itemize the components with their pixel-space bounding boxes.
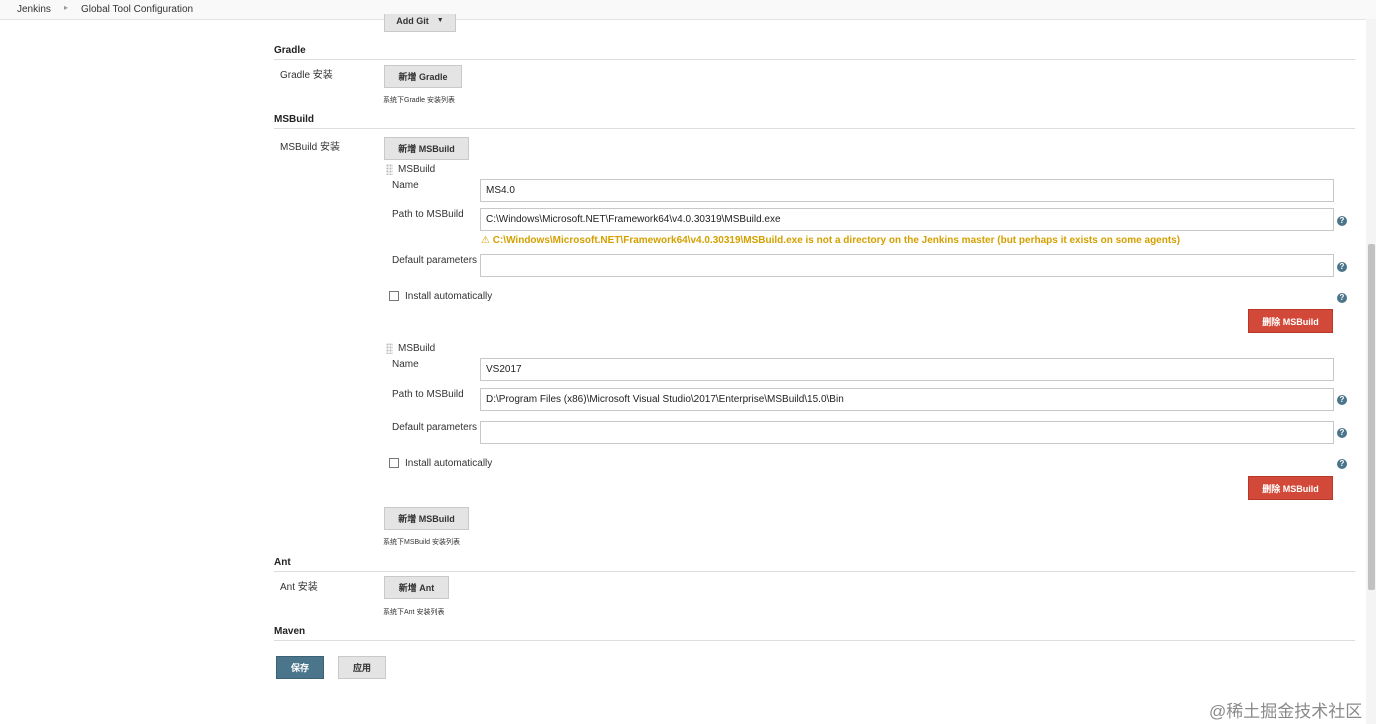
scrollbar-thumb[interactable] bbox=[1368, 244, 1375, 590]
msbuild-name-input[interactable]: MS4.0 bbox=[480, 179, 1334, 202]
section-divider bbox=[274, 128, 1355, 129]
add-msbuild-button-top[interactable]: 新增 MSBuild bbox=[384, 137, 469, 160]
help-icon[interactable]: ? bbox=[1337, 428, 1347, 438]
add-msbuild-button-bottom[interactable]: 新增 MSBuild bbox=[384, 507, 469, 530]
path-label: Path to MSBuild bbox=[392, 389, 464, 400]
section-title-gradle: Gradle bbox=[274, 45, 306, 56]
msbuild-install-label: MSBuild 安装 bbox=[280, 142, 341, 153]
path-warning-message: ⚠ C:\Windows\Microsoft.NET\Framework64\v… bbox=[481, 235, 1180, 246]
apply-button[interactable]: 应用 bbox=[338, 656, 386, 679]
install-automatically-label: Install automatically bbox=[405, 458, 493, 469]
help-icon[interactable]: ? bbox=[1337, 293, 1347, 303]
msbuild-name-input[interactable]: VS2017 bbox=[480, 358, 1334, 381]
install-automatically-checkbox[interactable] bbox=[389, 291, 399, 301]
path-warning-text: C:\Windows\Microsoft.NET\Framework64\v4.… bbox=[492, 235, 1181, 246]
help-icon[interactable]: ? bbox=[1337, 395, 1347, 405]
help-icon[interactable]: ? bbox=[1337, 262, 1347, 272]
breadcrumb-jenkins[interactable]: Jenkins bbox=[17, 4, 51, 15]
section-title-msbuild: MSBuild bbox=[274, 114, 314, 125]
section-title-ant: Ant bbox=[274, 557, 291, 568]
help-icon[interactable]: ? bbox=[1337, 216, 1347, 226]
msbuild-installation-header: MSBuild bbox=[398, 343, 436, 354]
add-ant-button[interactable]: 新增 Ant bbox=[384, 576, 449, 599]
add-git-button[interactable]: Add Git ▼ bbox=[384, 14, 456, 32]
watermark: @稀土掘金技术社区 bbox=[1209, 702, 1363, 721]
chevron-right-icon: ▸ bbox=[64, 3, 69, 12]
path-label: Path to MSBuild bbox=[392, 209, 464, 220]
install-automatically-label: Install automatically bbox=[405, 291, 493, 302]
breadcrumb: Jenkins ▸ Global Tool Configuration bbox=[0, 0, 1376, 20]
warning-icon: ⚠ bbox=[481, 235, 490, 246]
drag-handle-icon[interactable] bbox=[386, 343, 393, 354]
section-divider bbox=[274, 59, 1355, 60]
section-divider bbox=[274, 571, 1355, 572]
delete-msbuild-button[interactable]: 删除 MSBuild bbox=[1248, 476, 1333, 500]
add-gradle-button[interactable]: 新增 Gradle bbox=[384, 65, 462, 88]
save-button[interactable]: 保存 bbox=[276, 656, 324, 679]
delete-msbuild-button[interactable]: 删除 MSBuild bbox=[1248, 309, 1333, 333]
msbuild-path-input[interactable]: C:\Windows\Microsoft.NET\Framework64\v4.… bbox=[480, 208, 1334, 231]
name-label: Name bbox=[392, 359, 419, 370]
section-divider bbox=[274, 640, 1355, 641]
gradle-install-label: Gradle 安装 bbox=[280, 70, 333, 81]
msbuild-installation-header: MSBuild bbox=[398, 164, 436, 175]
help-icon[interactable]: ? bbox=[1337, 459, 1347, 469]
install-automatically-checkbox[interactable] bbox=[389, 458, 399, 468]
drag-handle-icon[interactable] bbox=[386, 164, 393, 175]
msbuild-default-parameters-input[interactable] bbox=[480, 421, 1334, 444]
default-parameters-label: Default parameters bbox=[392, 422, 478, 433]
msbuild-path-input[interactable]: D:\Program Files (x86)\Microsoft Visual … bbox=[480, 388, 1334, 411]
ant-description: 系统下Ant 安装列表 bbox=[383, 609, 445, 616]
add-git-label: Add Git bbox=[396, 15, 429, 26]
caret-down-icon: ▼ bbox=[436, 17, 444, 24]
section-title-maven: Maven bbox=[274, 626, 306, 637]
ant-install-label: Ant 安装 bbox=[280, 582, 318, 593]
breadcrumb-global-tool-configuration[interactable]: Global Tool Configuration bbox=[81, 4, 193, 15]
msbuild-description: 系统下MSBuild 安装列表 bbox=[383, 539, 461, 546]
msbuild-default-parameters-input[interactable] bbox=[480, 254, 1334, 277]
gradle-description: 系统下Gradle 安装列表 bbox=[383, 97, 455, 104]
default-parameters-label: Default parameters bbox=[392, 255, 478, 266]
name-label: Name bbox=[392, 180, 419, 191]
